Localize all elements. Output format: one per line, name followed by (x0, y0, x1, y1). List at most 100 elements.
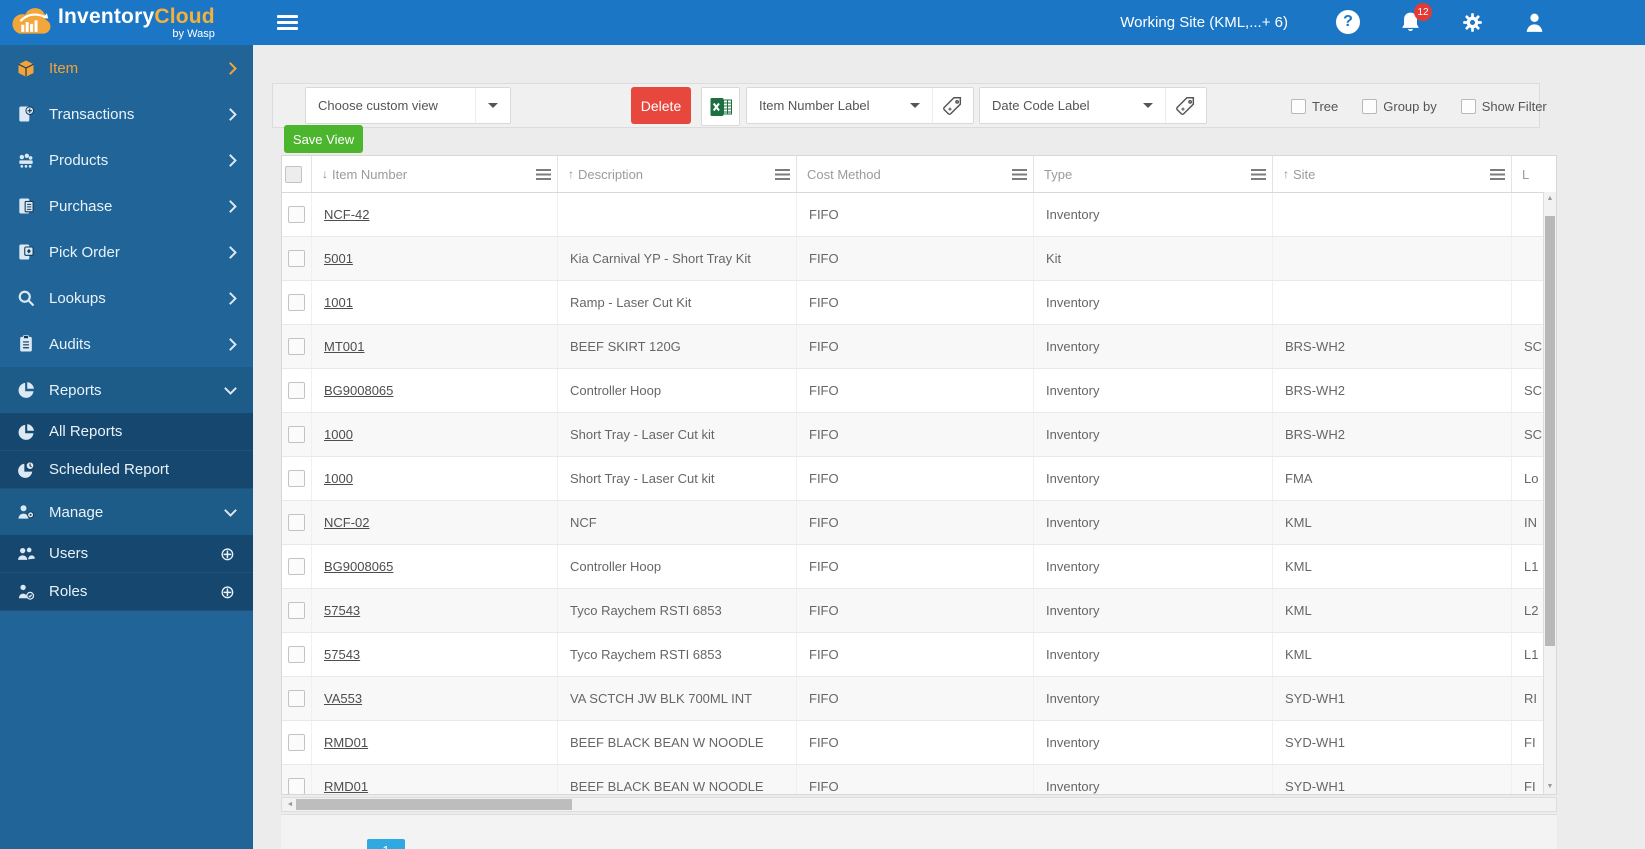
chevron-right-icon (224, 291, 237, 305)
tree-checkbox[interactable] (1291, 99, 1306, 114)
sidebar-item-purchase[interactable]: Purchase (0, 183, 253, 229)
column-menu-icon[interactable] (1012, 168, 1027, 180)
sidebar-item-products[interactable]: Products (0, 137, 253, 183)
current-page-button[interactable]: 1 (367, 839, 405, 849)
row-checkbox[interactable] (288, 646, 305, 663)
excel-icon (710, 97, 732, 116)
site-cell: SYD-WH1 (1273, 721, 1512, 764)
sidebar-item-lookups[interactable]: Lookups (0, 275, 253, 321)
scroll-up-icon[interactable]: ▲ (1544, 192, 1556, 206)
menu-toggle-icon[interactable] (273, 8, 302, 37)
notifications-bell-icon[interactable]: 12 (1398, 3, 1432, 35)
group-by-checkbox-option[interactable]: Group by (1362, 99, 1437, 114)
chevron-down-icon[interactable] (898, 88, 932, 123)
group-by-checkbox[interactable] (1362, 99, 1378, 114)
item-number-link[interactable]: BG9008065 (324, 559, 393, 574)
description-cell: Short Tray - Laser Cut kit (558, 457, 797, 500)
row-checkbox[interactable] (288, 250, 305, 267)
sidebar-item-manage[interactable]: Manage (0, 489, 253, 535)
item-number-link[interactable]: 1000 (324, 427, 353, 442)
row-checkbox[interactable] (288, 734, 305, 751)
row-checkbox[interactable] (288, 558, 305, 575)
scroll-left-icon[interactable]: ◄ (284, 798, 296, 811)
column-header-type[interactable]: Type (1034, 156, 1273, 192)
delete-button[interactable]: Delete (631, 87, 691, 124)
chevron-down-icon[interactable] (1131, 88, 1165, 123)
select-all-checkbox[interactable] (285, 165, 302, 183)
add-users-icon[interactable]: ⊕ (220, 545, 235, 563)
settings-gear-icon[interactable] (1460, 10, 1485, 35)
vertical-scrollbar[interactable]: ▲ ▼ (1543, 192, 1556, 794)
sidebar-item-users[interactable]: Users ⊕ (0, 535, 253, 573)
site-cell: KML (1273, 501, 1512, 544)
column-header-cost-method[interactable]: Cost Method (797, 156, 1034, 192)
row-checkbox[interactable] (288, 338, 305, 355)
item-number-link[interactable]: 57543 (324, 647, 360, 662)
sidebar-item-reports[interactable]: Reports (0, 367, 253, 413)
item-number-link[interactable]: NCF-42 (324, 207, 370, 222)
scroll-down-icon[interactable]: ▼ (1544, 780, 1556, 794)
scheduled-report-icon (16, 460, 36, 480)
user-account-icon[interactable] (1522, 10, 1547, 35)
export-excel-button[interactable] (701, 87, 740, 126)
item-number-cell: 1001 (312, 281, 558, 324)
tree-checkbox-option[interactable]: Tree (1291, 99, 1338, 114)
horizontal-scrollbar[interactable]: ◄ (281, 797, 1557, 812)
site-cell (1273, 237, 1512, 280)
horizontal-scrollbar-thumb[interactable] (296, 799, 572, 810)
add-roles-icon[interactable]: ⊕ (220, 583, 235, 601)
row-checkbox[interactable] (288, 294, 305, 311)
item-number-link[interactable]: 1000 (324, 471, 353, 486)
sidebar-item-all-reports[interactable]: All Reports (0, 413, 253, 451)
description-cell: Ramp - Laser Cut Kit (558, 281, 797, 324)
sidebar-item-label: Lookups (49, 289, 106, 307)
date-code-label-dropdown[interactable]: Date Code Label (980, 98, 1131, 113)
print-item-number-label-button[interactable] (932, 88, 973, 123)
item-number-link[interactable]: 1001 (324, 295, 353, 310)
type-cell: Inventory (1034, 325, 1273, 368)
row-checkbox[interactable] (288, 778, 305, 794)
row-checkbox[interactable] (288, 690, 305, 707)
type-cell: Inventory (1034, 765, 1273, 794)
item-number-link[interactable]: 5001 (324, 251, 353, 266)
item-number-link[interactable]: RMD01 (324, 735, 368, 750)
item-number-link[interactable]: RMD01 (324, 779, 368, 794)
row-checkbox[interactable] (288, 470, 305, 487)
print-date-code-label-button[interactable] (1165, 88, 1206, 123)
item-number-link[interactable]: MT001 (324, 339, 364, 354)
help-icon[interactable]: ? (1336, 10, 1361, 35)
save-view-button[interactable]: Save View (284, 125, 363, 153)
item-number-label-dropdown[interactable]: Item Number Label (747, 98, 898, 113)
sidebar-item-roles[interactable]: Roles ⊕ (0, 573, 253, 611)
app-logo[interactable]: InventoryCloud by Wasp (0, 6, 253, 40)
column-header-site[interactable]: ↑ Site (1273, 156, 1512, 192)
item-number-link[interactable]: NCF-02 (324, 515, 370, 530)
column-header-description[interactable]: ↑ Description (558, 156, 797, 192)
item-number-link[interactable]: VA553 (324, 691, 362, 706)
sidebar-item-pick-order[interactable]: Pick Order (0, 229, 253, 275)
row-checkbox[interactable] (288, 206, 305, 223)
custom-view-dropdown[interactable]: Choose custom view (305, 87, 511, 124)
row-checkbox[interactable] (288, 426, 305, 443)
chevron-down-icon[interactable] (475, 88, 510, 123)
sidebar-item-transactions[interactable]: Transactions (0, 91, 253, 137)
show-filter-checkbox[interactable] (1460, 99, 1476, 114)
sidebar-item-item[interactable]: Item (0, 45, 253, 91)
column-menu-icon[interactable] (1490, 168, 1505, 180)
show-filter-checkbox-option[interactable]: Show Filter (1460, 99, 1547, 114)
sidebar-item-scheduled-report[interactable]: Scheduled Report (0, 451, 253, 489)
row-checkbox[interactable] (288, 514, 305, 531)
table-row: 5001 Kia Carnival YP - Short Tray Kit FIFO… (282, 237, 1556, 281)
item-number-link[interactable]: BG9008065 (324, 383, 393, 398)
working-site-selector[interactable]: Working Site (KML,...+ 6) (1120, 14, 1288, 31)
vertical-scrollbar-thumb[interactable] (1545, 216, 1555, 646)
column-header-item-number[interactable]: ↓ Item Number (312, 156, 558, 192)
sidebar-item-audits[interactable]: Audits (0, 321, 253, 367)
column-menu-icon[interactable] (1251, 168, 1266, 180)
item-number-link[interactable]: 57543 (324, 603, 360, 618)
column-menu-icon[interactable] (536, 168, 551, 180)
row-checkbox[interactable] (288, 602, 305, 619)
row-checkbox[interactable] (288, 382, 305, 399)
column-header-l[interactable]: L (1512, 156, 1556, 192)
column-menu-icon[interactable] (775, 168, 790, 180)
